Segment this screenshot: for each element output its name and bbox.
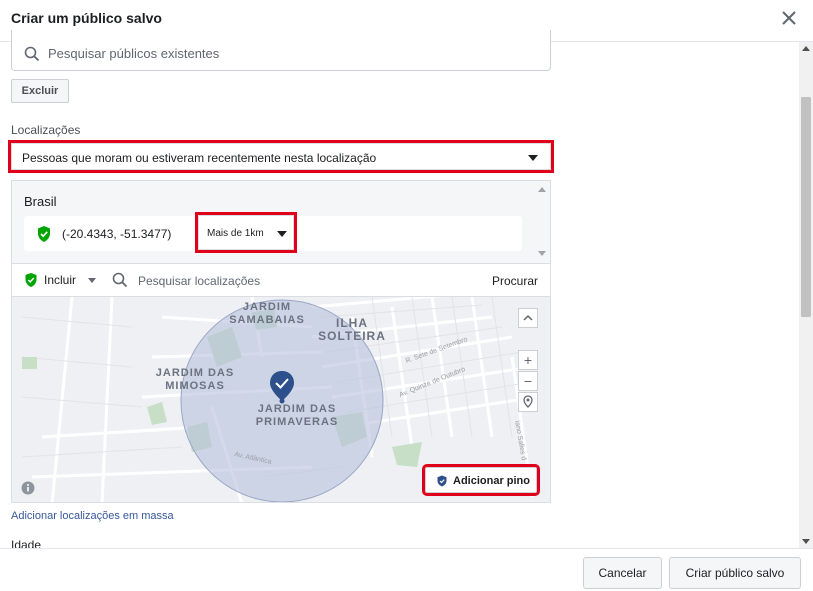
panel-scroll-down-icon[interactable] xyxy=(538,251,546,256)
dialog-title: Criar um público salvo xyxy=(11,10,162,26)
scroll-thumb[interactable] xyxy=(801,97,811,317)
search-audiences-input[interactable]: Pesquisar públicos existentes xyxy=(11,30,551,71)
radius-value: Mais de 1km xyxy=(207,228,264,239)
exclude-button[interactable]: Excluir xyxy=(11,79,69,103)
chevron-down-icon[interactable] xyxy=(88,278,96,283)
dialog-scrollbar[interactable] xyxy=(799,42,813,548)
location-row: (-20.4343, -51.3477) Mais de 1km xyxy=(24,212,522,253)
close-icon[interactable] xyxy=(779,8,799,28)
browse-button[interactable]: Procurar xyxy=(492,274,538,288)
add-pin-label: Adicionar pino xyxy=(453,475,530,487)
panel-scroll-up-icon[interactable] xyxy=(538,187,546,192)
location-type-dropdown[interactable]: Pessoas que moram ou estiveram recenteme… xyxy=(8,140,554,173)
chevron-down-icon xyxy=(528,155,538,161)
location-pin-icon xyxy=(38,226,50,242)
location-coordinates: (-20.4343, -51.3477) xyxy=(62,227,172,241)
selected-locations-panel: Brasil (-20.4343, -51.3477) Mais de 1km xyxy=(11,180,551,264)
cancel-button[interactable]: Cancelar xyxy=(583,557,662,589)
location-type-value: Pessoas que moram ou estiveram recenteme… xyxy=(22,151,377,165)
create-saved-audience-button[interactable]: Criar público salvo xyxy=(669,557,801,589)
dialog-footer: Cancelar Criar público salvo xyxy=(0,548,813,591)
zoom-out-button[interactable]: − xyxy=(518,371,538,391)
zoom-in-button[interactable]: + xyxy=(518,350,538,370)
search-icon xyxy=(112,272,128,288)
map-label-samambaias: JARDIM SAMABAIAS xyxy=(229,301,305,326)
country-label: Brasil xyxy=(24,194,57,209)
info-icon[interactable] xyxy=(21,481,35,495)
radius-dropdown[interactable]: Mais de 1km xyxy=(195,212,297,253)
scroll-down-icon[interactable] xyxy=(802,539,810,544)
search-icon xyxy=(24,46,40,62)
close-button[interactable] xyxy=(779,8,799,28)
map-label-mimosas: JARDIM DAS MIMOSAS xyxy=(155,367,235,392)
map-collapse-button[interactable] xyxy=(518,308,538,328)
location-search-toolbar: Incluir Pesquisar localizações Procurar xyxy=(11,263,551,296)
pin-icon xyxy=(437,475,447,487)
bulk-add-locations-link[interactable]: Adicionar localizações em massa xyxy=(11,510,174,522)
map-label-ilha-solteira: ILHA SOLTEIRA xyxy=(318,316,386,343)
add-pin-button[interactable]: Adicionar pino xyxy=(422,464,540,496)
location-search-input[interactable]: Pesquisar localizações xyxy=(138,274,260,288)
locations-label: Localizações xyxy=(11,123,81,137)
include-dropdown[interactable]: Incluir xyxy=(44,273,76,287)
location-pin-icon xyxy=(25,273,37,287)
chevron-down-icon xyxy=(277,231,287,237)
chevron-up-icon xyxy=(523,314,533,321)
recenter-icon xyxy=(523,395,533,408)
location-map[interactable]: JARDIM SAMABAIAS ILHA SOLTEIRA JARDIM DA… xyxy=(11,296,551,503)
recenter-button[interactable] xyxy=(518,392,538,412)
search-placeholder: Pesquisar públicos existentes xyxy=(48,46,220,61)
map-label-primaveras: JARDIM DAS PRIMAVERAS xyxy=(255,403,339,428)
scroll-up-icon[interactable] xyxy=(802,46,810,51)
